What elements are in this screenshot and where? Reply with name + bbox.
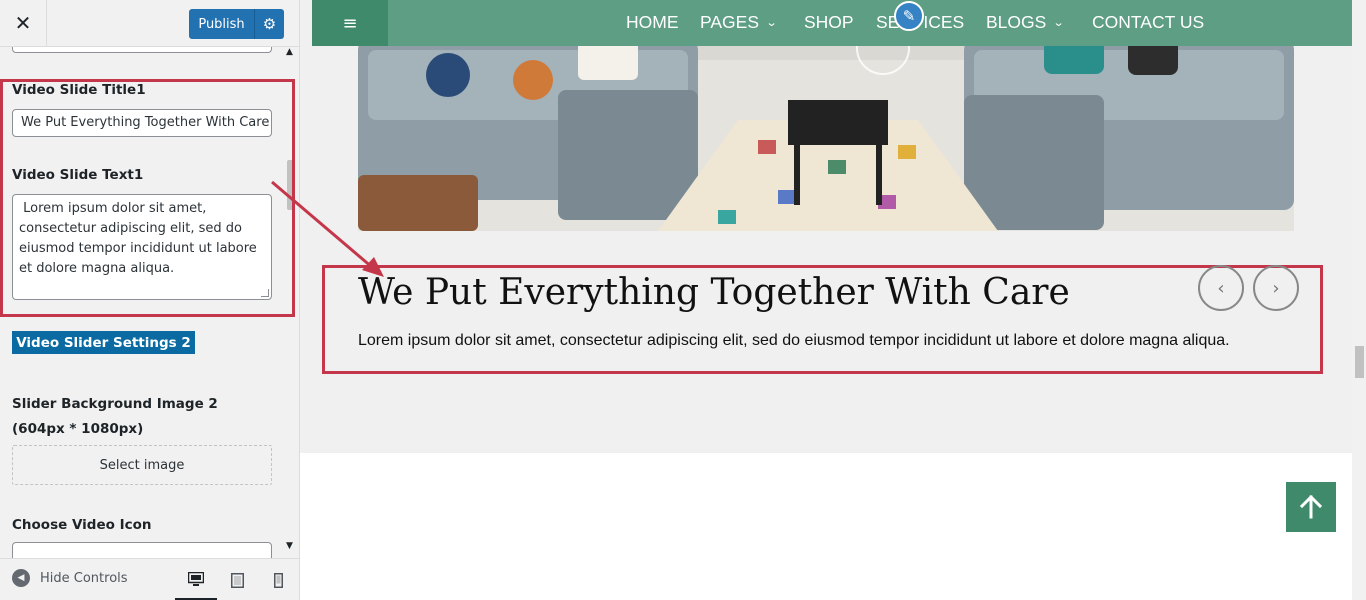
nav-label-blogs: BLOGS — [986, 12, 1047, 32]
nav-label-contact-us: CONTACT US — [1092, 12, 1205, 32]
publish-group: Publish ⚙ — [189, 9, 284, 39]
mobile-preview-icon[interactable] — [257, 559, 299, 600]
video-slide-text-label: Video Slide Text1 — [12, 167, 144, 183]
nav-label-pages: PAGES — [700, 12, 760, 32]
customizer-footer: ◀ Hide Controls — [0, 558, 299, 600]
video-slide-text-textarea[interactable]: Lorem ipsum dolor sit amet, consectetur … — [12, 194, 272, 300]
desktop-preview-icon[interactable] — [175, 559, 217, 600]
nav-item-home[interactable]: HOME — [626, 12, 679, 33]
video-icon-select[interactable] — [12, 542, 272, 558]
nav-item-blogs[interactable]: BLOGS ⌄ — [986, 12, 1065, 33]
customizer-header: ✕ Publish ⚙ — [0, 0, 299, 47]
previous-field-input[interactable] — [12, 47, 272, 53]
back-to-top-arrow-up-icon[interactable] — [1286, 482, 1336, 532]
preview-scrollbar[interactable] — [1352, 0, 1366, 600]
nav-item-shop[interactable]: SHOP — [804, 12, 854, 33]
customizer-sidebar: ✕ Publish ⚙ ▲ ▼ Video Slide Title1 We Pu… — [0, 0, 300, 600]
slide-next-chevron-right-icon[interactable]: › — [1253, 265, 1299, 311]
next-page-section — [300, 453, 1352, 600]
preview-scrollbar-thumb[interactable] — [1355, 346, 1364, 378]
tablet-preview-icon[interactable] — [216, 559, 258, 600]
video-slide-title-input[interactable]: We Put Everything Together With Care — [12, 109, 272, 137]
select-image-button[interactable]: Select image — [12, 445, 272, 485]
collapse-arrow-icon: ◀ — [12, 569, 30, 587]
publish-settings-gear-icon[interactable]: ⚙ — [254, 9, 284, 39]
video-slide-title-label: Video Slide Title1 — [12, 82, 146, 98]
nav-label-home: HOME — [626, 12, 679, 32]
video-slider-settings-2-button[interactable]: Video Slider Settings 2 — [12, 331, 195, 354]
scroll-down-arrow-icon[interactable]: ▼ — [286, 541, 293, 551]
scroll-up-arrow-icon[interactable]: ▲ — [286, 47, 293, 57]
slide-text: Lorem ipsum dolor sit amet, consectetur … — [358, 332, 1230, 349]
publish-button[interactable]: Publish — [189, 9, 254, 39]
menu-toggle-hamburger-icon[interactable]: ≡ — [312, 0, 388, 46]
resize-handle-icon[interactable] — [261, 289, 269, 297]
chevron-down-icon: ⌄ — [765, 17, 778, 29]
hide-controls-button[interactable]: ◀ Hide Controls — [12, 569, 128, 587]
nav-label-shop: SHOP — [804, 12, 854, 32]
nav-item-contact-us[interactable]: CONTACT US — [1092, 12, 1204, 33]
textarea-content: Lorem ipsum dolor sit amet, consectetur … — [19, 201, 261, 276]
edit-shortcut-pencil-icon[interactable]: ✎ — [894, 1, 924, 31]
site-navbar: ≡ HOME PAGES⌄ SHOP SERVICES BLOGS⌄ CONTA… — [312, 0, 1366, 46]
nav-item-pages[interactable]: PAGES ⌄ — [700, 12, 778, 33]
slide-prev-chevron-left-icon[interactable]: ‹ — [1198, 265, 1244, 311]
chevron-down-icon: ⌄ — [1052, 17, 1065, 29]
close-icon[interactable]: ✕ — [0, 0, 47, 46]
choose-video-icon-label: Choose Video Icon — [12, 517, 152, 533]
site-preview[interactable]: ≡ HOME PAGES⌄ SHOP SERVICES BLOGS⌄ CONTA… — [300, 0, 1366, 600]
slider-background-image-label: Slider Background Image 2 (604px * 1080p… — [12, 396, 218, 437]
slide-title: We Put Everything Together With Care — [358, 272, 1070, 313]
hide-controls-label: Hide Controls — [40, 570, 128, 586]
customizer-controls-panel[interactable]: ▲ ▼ Video Slide Title1 We Put Everything… — [0, 47, 299, 558]
